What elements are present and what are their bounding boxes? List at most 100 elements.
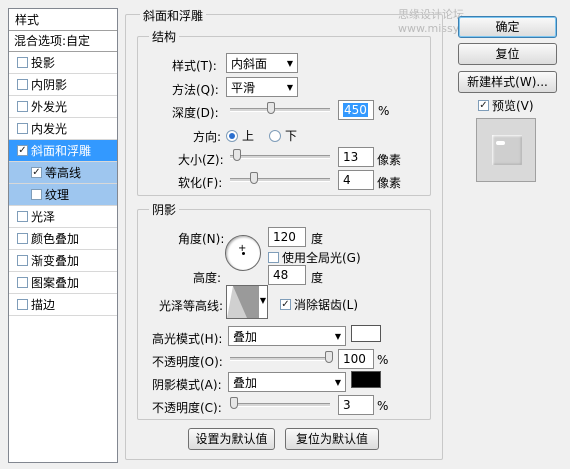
shadow-color-swatch[interactable] — [351, 371, 381, 388]
radio-icon[interactable] — [269, 129, 281, 142]
checkbox-icon[interactable] — [17, 101, 28, 112]
depth-slider-track[interactable] — [230, 108, 330, 112]
altitude-input[interactable]: 48 — [268, 265, 306, 285]
dial-center-dot — [242, 252, 245, 255]
chevron-down-icon: ▼ — [334, 331, 342, 341]
highlight-opacity-input[interactable]: 100 — [338, 349, 374, 369]
checkbox-icon[interactable] — [31, 167, 42, 178]
checkbox-icon[interactable] — [17, 79, 28, 90]
reset-button[interactable]: 复位 — [458, 43, 557, 65]
style-item-inner-shadow[interactable]: 内阴影 — [9, 74, 117, 96]
size-input[interactable]: 13 — [338, 147, 374, 167]
angle-unit: 度 — [311, 232, 324, 246]
make-default-button[interactable]: 设置为默认值 — [188, 428, 275, 450]
preview-checkbox[interactable]: 预览(V) — [478, 97, 534, 114]
size-label: 大小(Z): — [178, 153, 224, 167]
direction-up-radio[interactable]: 上 — [226, 127, 254, 144]
depth-unit: % — [378, 104, 390, 118]
checkbox-icon[interactable] — [478, 100, 489, 111]
style-item-contour[interactable]: 等高线 — [9, 162, 117, 184]
ok-button[interactable]: 确定 — [458, 16, 557, 38]
angle-label: 角度(N): — [178, 232, 225, 246]
antialias-checkbox[interactable]: 消除锯齿(L) — [280, 296, 358, 313]
checkbox-icon[interactable] — [17, 211, 28, 222]
style-item-outer-glow[interactable]: 外发光 — [9, 96, 117, 118]
chevron-down-icon: ▼ — [286, 82, 294, 92]
preview-highlight — [496, 141, 505, 145]
direction-label: 方向: — [193, 130, 222, 144]
new-style-button[interactable]: 新建样式(W)... — [458, 71, 557, 93]
style-select[interactable]: 内斜面 ▼ — [226, 53, 298, 73]
style-item-bevel-emboss[interactable]: 斜面和浮雕 — [9, 140, 117, 162]
style-item-satin[interactable]: 光泽 — [9, 206, 117, 228]
style-item-pattern-overlay[interactable]: 图案叠加 — [9, 272, 117, 294]
shadow-opacity-input[interactable]: 3 — [338, 395, 374, 415]
soften-unit: 像素 — [377, 176, 402, 190]
soften-slider-track[interactable] — [230, 178, 330, 182]
direction-down-radio[interactable]: 下 — [269, 127, 297, 144]
highlight-mode-select[interactable]: 叠加 ▼ — [228, 326, 346, 346]
style-item-gradient-overlay[interactable]: 渐变叠加 — [9, 250, 117, 272]
size-slider-track[interactable] — [230, 155, 330, 159]
style-item-stroke[interactable]: 描边 — [9, 294, 117, 316]
style-list-header[interactable]: 样式 — [9, 9, 117, 31]
technique-select-value: 平滑 — [231, 80, 256, 95]
shadow-opacity-thumb[interactable] — [230, 397, 238, 409]
reset-default-button[interactable]: 复位为默认值 — [285, 428, 379, 450]
chevron-down-icon: ▼ — [286, 58, 294, 68]
shadow-mode-label: 阴影模式(A): — [152, 378, 222, 392]
shading-title: 阴影 — [149, 201, 180, 218]
size-slider-thumb[interactable] — [233, 149, 241, 161]
altitude-label: 高度: — [193, 271, 222, 285]
radio-icon[interactable] — [226, 129, 238, 142]
shadow-mode-select[interactable]: 叠加 ▼ — [228, 372, 346, 392]
global-light-checkbox[interactable]: 使用全局光(G) — [268, 249, 361, 266]
technique-label: 方法(Q): — [172, 83, 219, 97]
checkbox-icon[interactable] — [268, 252, 279, 263]
depth-slider-thumb[interactable] — [267, 102, 275, 114]
chevron-down-icon[interactable]: ▼ — [260, 296, 266, 305]
checkbox-icon[interactable] — [17, 255, 28, 266]
preview-square — [492, 135, 522, 165]
highlight-opacity-label: 不透明度(O): — [152, 355, 223, 369]
shadow-opacity-label: 不透明度(C): — [152, 401, 222, 415]
style-item-color-overlay[interactable]: 颜色叠加 — [9, 228, 117, 250]
highlight-opacity-track[interactable] — [230, 357, 330, 361]
soften-input[interactable]: 4 — [338, 170, 374, 190]
depth-label: 深度(D): — [172, 106, 219, 120]
checkbox-icon[interactable] — [17, 145, 28, 156]
style-item-drop-shadow[interactable]: 投影 — [9, 52, 117, 74]
highlight-mode-value: 叠加 — [233, 329, 258, 344]
style-item-inner-glow[interactable]: 内发光 — [9, 118, 117, 140]
blending-options-item[interactable]: 混合选项:自定 — [9, 31, 117, 52]
checkbox-icon[interactable] — [17, 299, 28, 310]
gloss-contour-label: 光泽等高线: — [159, 299, 224, 313]
style-select-value: 内斜面 — [231, 56, 268, 71]
checkbox-icon[interactable] — [280, 299, 291, 310]
style-label: 样式(T): — [172, 59, 217, 73]
depth-input[interactable]: 450 — [338, 100, 374, 120]
chevron-down-icon: ▼ — [334, 377, 342, 387]
gloss-contour-picker[interactable]: ▼ — [226, 285, 268, 319]
checkbox-icon[interactable] — [17, 57, 28, 68]
shadow-opacity-track[interactable] — [230, 403, 330, 407]
highlight-color-swatch[interactable] — [351, 325, 381, 342]
style-list: 样式 混合选项:自定 投影 内阴影 外发光 内发光 斜面和浮雕 等高线 纹理 光… — [8, 8, 118, 463]
style-item-texture[interactable]: 纹理 — [9, 184, 117, 206]
checkbox-icon[interactable] — [17, 123, 28, 134]
technique-select[interactable]: 平滑 ▼ — [226, 77, 298, 97]
soften-slider-thumb[interactable] — [250, 172, 258, 184]
altitude-unit: 度 — [311, 271, 324, 285]
angle-dial[interactable]: + — [225, 235, 261, 271]
highlight-opacity-thumb[interactable] — [325, 351, 333, 363]
bevel-emboss-title: 斜面和浮雕 — [140, 7, 207, 24]
soften-label: 软化(F): — [178, 176, 223, 190]
checkbox-icon[interactable] — [17, 277, 28, 288]
structure-title: 结构 — [149, 28, 180, 45]
angle-input[interactable]: 120 — [268, 227, 306, 247]
checkbox-icon[interactable] — [31, 189, 42, 200]
shadow-opacity-unit: % — [377, 399, 389, 413]
highlight-opacity-unit: % — [377, 353, 389, 367]
checkbox-icon[interactable] — [17, 233, 28, 244]
shadow-mode-value: 叠加 — [233, 375, 258, 390]
